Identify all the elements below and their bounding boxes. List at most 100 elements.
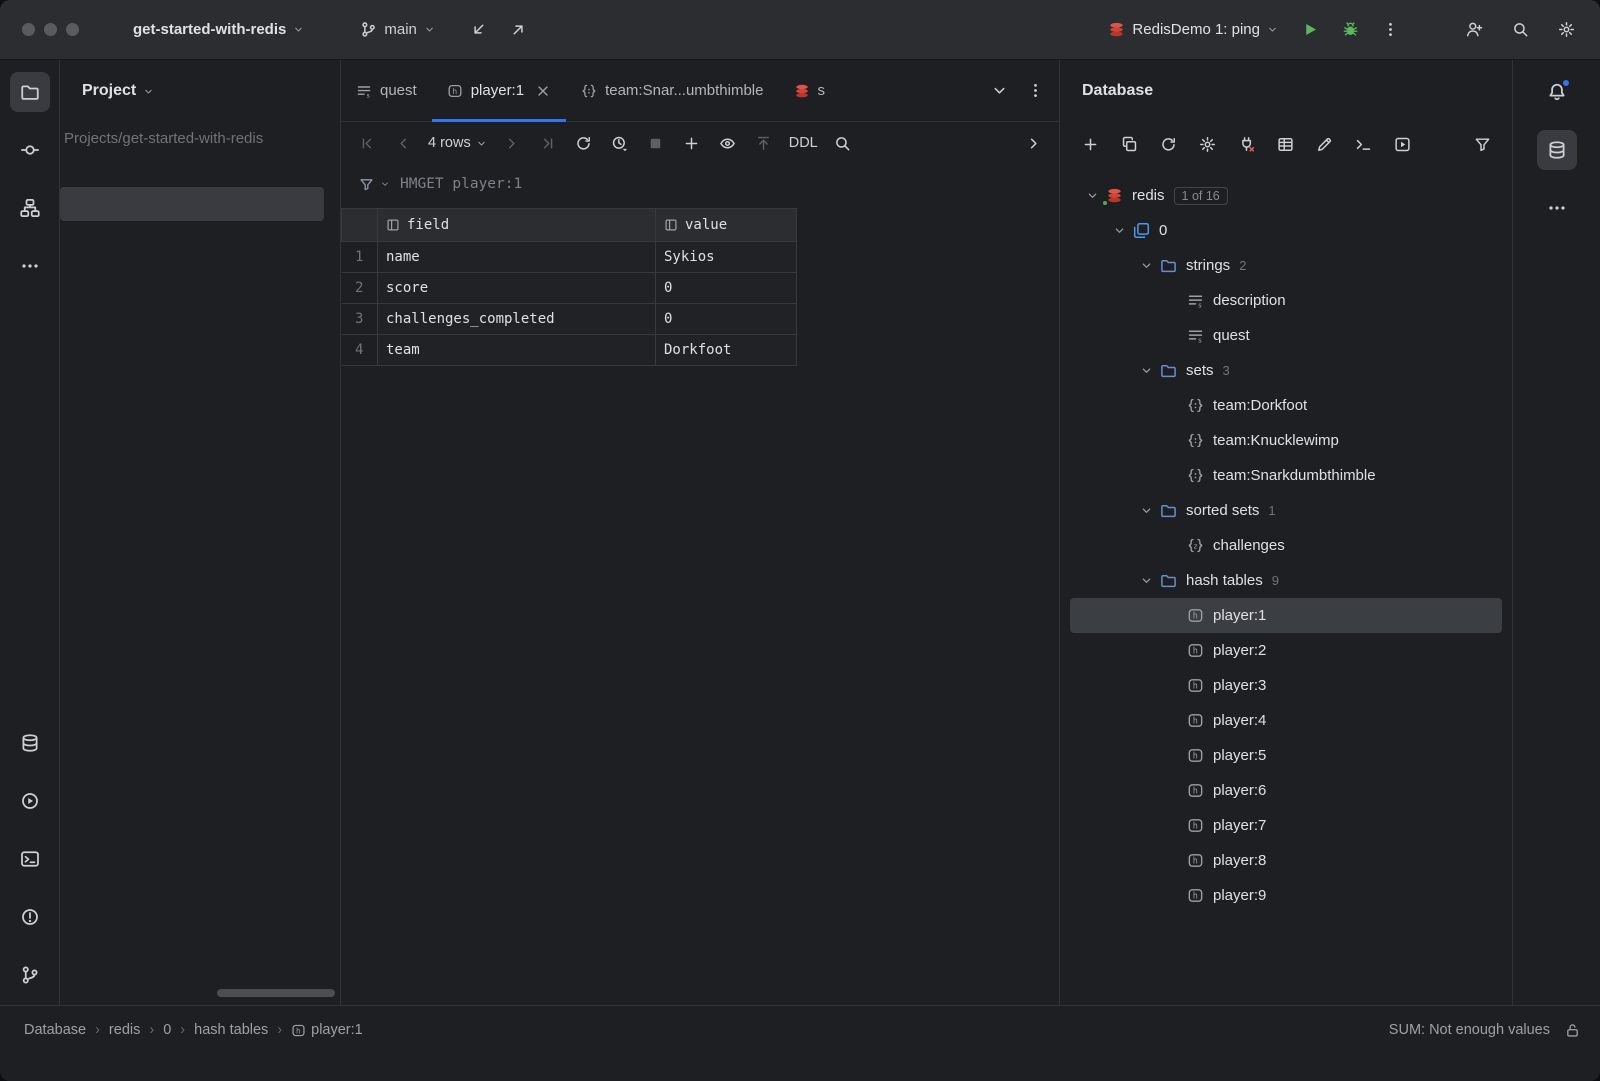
breadcrumb-item-player-1[interactable]: hplayer:1	[291, 1022, 363, 1038]
cell-field[interactable]: name	[378, 242, 656, 273]
cell-value[interactable]: 0	[656, 273, 797, 304]
tree-item-player-3[interactable]: hplayer:3	[1070, 668, 1502, 703]
run-config-widget[interactable]: RedisDemo 1: ping	[1098, 15, 1288, 44]
project-tool-button[interactable]	[10, 72, 50, 112]
submit-changes-button[interactable]	[748, 127, 780, 159]
tree-item-challenges[interactable]: zchallenges	[1070, 528, 1502, 563]
search-everywhere-button[interactable]	[1504, 14, 1536, 46]
version-control-tool-button[interactable]	[10, 955, 50, 995]
window-zoom-button[interactable]	[66, 23, 79, 36]
refresh-button[interactable]	[1152, 128, 1184, 160]
more-tool-windows-button-right[interactable]	[1537, 188, 1577, 228]
settings-button[interactable]	[1550, 14, 1582, 46]
history-button[interactable]	[604, 127, 636, 159]
services-tool-button[interactable]	[10, 781, 50, 821]
database-tool-button[interactable]	[10, 723, 50, 763]
table-row[interactable]: 1nameSykios	[342, 242, 797, 273]
close-tab-icon[interactable]	[535, 83, 551, 99]
update-project-button[interactable]	[463, 14, 495, 46]
ddl-button[interactable]: DDL	[784, 127, 823, 159]
tree-item-player-6[interactable]: hplayer:6	[1070, 773, 1502, 808]
tree-item-team-dorkfoot[interactable]: team:Dorkfoot	[1070, 388, 1502, 423]
edit-button[interactable]	[1308, 128, 1340, 160]
more-toolbar-actions-button[interactable]	[1017, 127, 1049, 159]
chevron-down-icon[interactable]	[1134, 574, 1158, 587]
cell-field[interactable]: score	[378, 273, 656, 304]
tab-team-snarkdumbthimble[interactable]: team:Snar...umbthimble	[566, 60, 778, 121]
cell-value[interactable]: Dorkfoot	[656, 335, 797, 366]
column-header-value[interactable]: value	[656, 209, 797, 242]
run-button[interactable]	[1294, 14, 1326, 46]
window-close-button[interactable]	[22, 23, 35, 36]
terminal-tool-button[interactable]	[10, 839, 50, 879]
chevron-down-icon[interactable]	[1080, 189, 1104, 202]
project-panel-header[interactable]: Project	[60, 60, 340, 122]
tree-item-player-7[interactable]: hplayer:7	[1070, 808, 1502, 843]
tree-item-player-2[interactable]: hplayer:2	[1070, 633, 1502, 668]
stop-button[interactable]	[640, 127, 672, 159]
table-row[interactable]: 2score0	[342, 273, 797, 304]
more-run-actions-button[interactable]	[1374, 14, 1406, 46]
horizontal-scrollbar[interactable]	[217, 989, 335, 997]
run-console-button[interactable]	[1386, 128, 1418, 160]
table-row[interactable]: 4teamDorkfoot	[342, 335, 797, 366]
tree-item-sets[interactable]: sets3	[1070, 353, 1502, 388]
tree-item-player-8[interactable]: hplayer:8	[1070, 843, 1502, 878]
tree-item-quest[interactable]: squest	[1070, 318, 1502, 353]
tree-item-hash-tables[interactable]: hash tables9	[1070, 563, 1502, 598]
cell-value[interactable]: 0	[656, 304, 797, 335]
tree-item-description[interactable]: sdescription	[1070, 283, 1502, 318]
find-button[interactable]	[827, 127, 859, 159]
table-row[interactable]: 3challenges_completed0	[342, 304, 797, 335]
tab-quest[interactable]: s quest	[341, 60, 432, 121]
chevron-down-icon[interactable]	[1134, 364, 1158, 377]
disconnect-button[interactable]	[1230, 128, 1262, 160]
filter-row[interactable]: HMGET player:1	[341, 164, 1059, 204]
tree-item-redis[interactable]: redis1 of 16	[1070, 178, 1502, 213]
last-page-button[interactable]	[532, 127, 564, 159]
preview-changes-button[interactable]	[712, 127, 744, 159]
breadcrumb-item-redis[interactable]: redis	[109, 1022, 140, 1038]
tree-item-player-9[interactable]: hplayer:9	[1070, 878, 1502, 913]
tree-item-player-4[interactable]: hplayer:4	[1070, 703, 1502, 738]
view-data-button[interactable]	[1269, 128, 1301, 160]
datasource-settings-button[interactable]	[1191, 128, 1223, 160]
cell-field[interactable]: team	[378, 335, 656, 366]
window-minimize-button[interactable]	[44, 23, 57, 36]
vcs-branch-widget[interactable]: main	[350, 15, 445, 44]
lock-icon[interactable]	[1565, 1023, 1580, 1038]
duplicate-button[interactable]	[1113, 128, 1145, 160]
page-size-dropdown[interactable]: 4 rows	[423, 127, 492, 159]
push-button[interactable]	[503, 14, 535, 46]
reload-page-button[interactable]	[568, 127, 600, 159]
tree-item-0[interactable]: 0	[1070, 213, 1502, 248]
breadcrumb-item-hash-tables[interactable]: hash tables	[194, 1022, 268, 1038]
chevron-down-icon[interactable]	[1107, 224, 1131, 237]
tree-item-sorted-sets[interactable]: sorted sets1	[1070, 493, 1502, 528]
jump-to-console-button[interactable]	[1347, 128, 1379, 160]
cell-field[interactable]: challenges_completed	[378, 304, 656, 335]
column-header-field[interactable]: field	[378, 209, 656, 242]
chevron-down-icon[interactable]	[1134, 259, 1158, 272]
tab-options-button[interactable]	[1019, 75, 1051, 107]
previous-page-button[interactable]	[387, 127, 419, 159]
code-with-me-button[interactable]	[1458, 14, 1490, 46]
add-row-button[interactable]	[676, 127, 708, 159]
project-root-path[interactable]: Projects/get-started-with-redis	[60, 122, 340, 147]
debug-button[interactable]	[1334, 14, 1366, 46]
filter-button[interactable]	[1466, 128, 1498, 160]
tree-item-player-5[interactable]: hplayer:5	[1070, 738, 1502, 773]
tree-item-team-snarkdumbthimble[interactable]: team:Snarkdumbthimble	[1070, 458, 1502, 493]
tree-item-team-knucklewimp[interactable]: team:Knucklewimp	[1070, 423, 1502, 458]
tree-item-player-1[interactable]: hplayer:1	[1070, 598, 1502, 633]
new-datasource-button[interactable]	[1074, 128, 1106, 160]
next-page-button[interactable]	[496, 127, 528, 159]
more-tool-windows-button[interactable]	[10, 246, 50, 286]
commit-tool-button[interactable]	[10, 130, 50, 170]
notifications-button[interactable]	[1537, 72, 1577, 112]
tree-item-strings[interactable]: strings2	[1070, 248, 1502, 283]
tab-player-1[interactable]: h player:1	[432, 60, 566, 121]
problems-tool-button[interactable]	[10, 897, 50, 937]
breadcrumb-item-0[interactable]: 0	[163, 1022, 171, 1038]
tab-redis-console[interactable]: s	[779, 60, 841, 121]
